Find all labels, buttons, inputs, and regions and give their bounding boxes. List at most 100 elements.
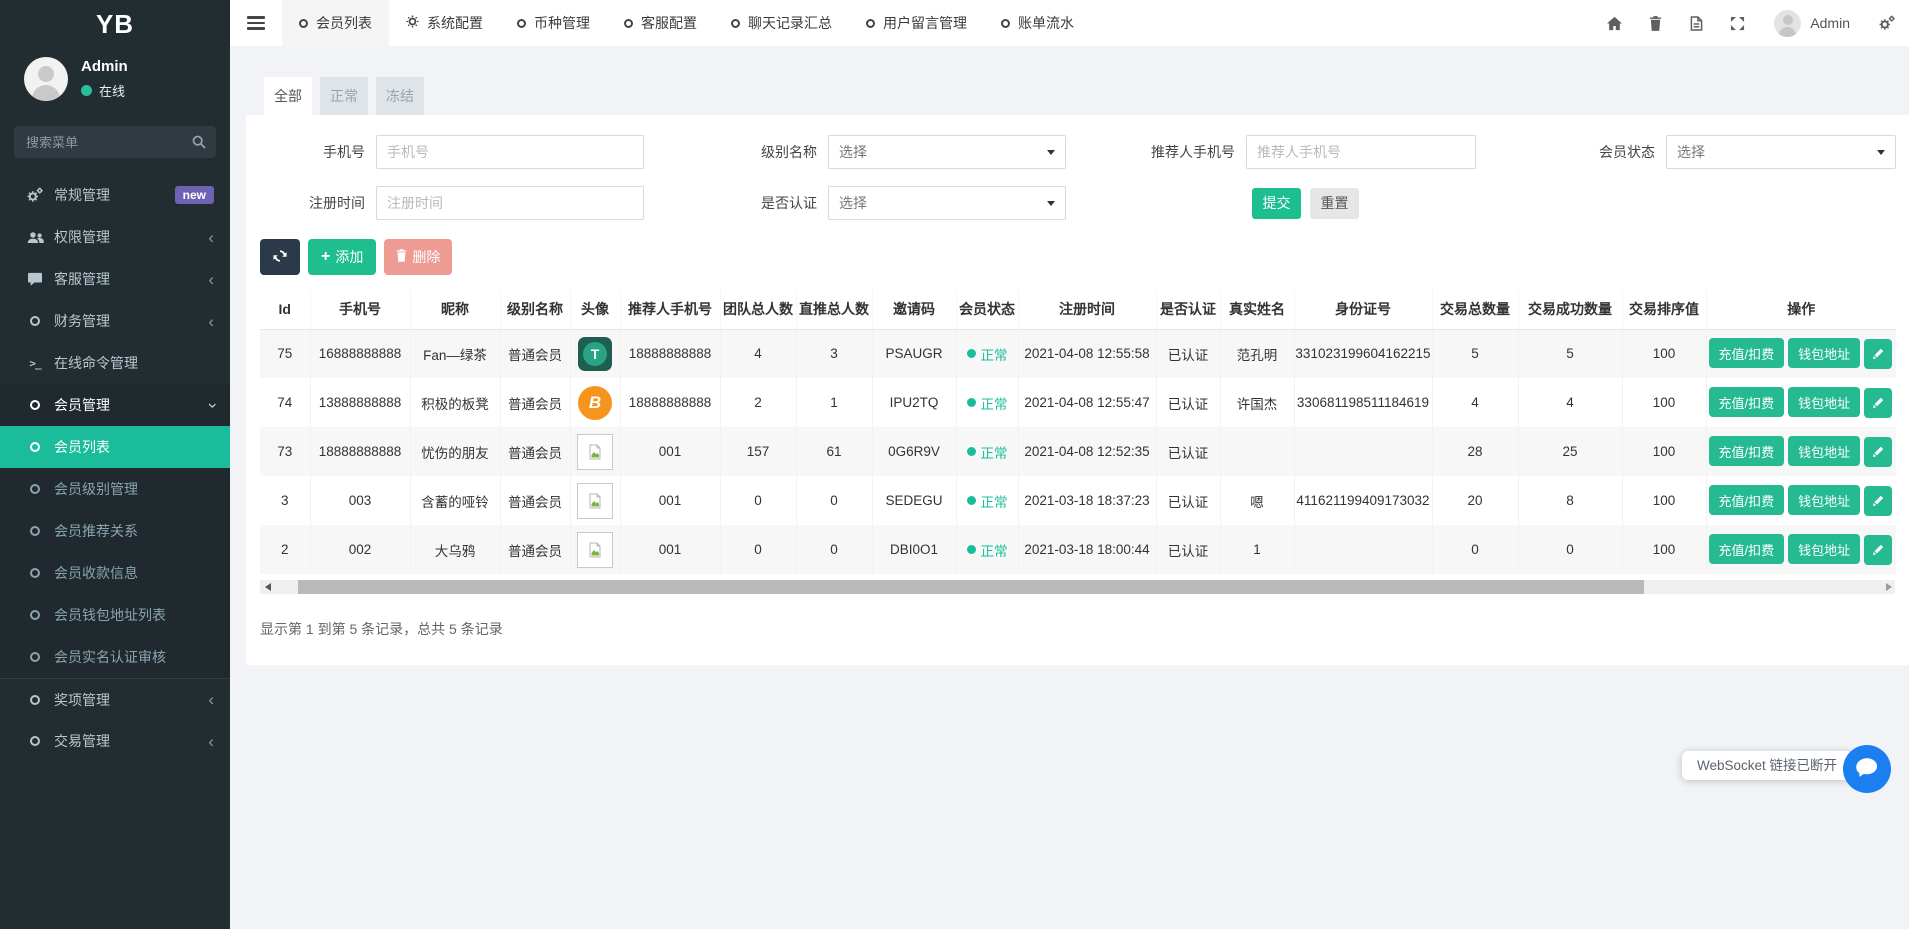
- edit-button[interactable]: [1864, 486, 1892, 516]
- recharge-button[interactable]: 充值/扣费: [1709, 436, 1785, 466]
- hamburger-icon[interactable]: [247, 16, 265, 29]
- tab-normal[interactable]: 正常: [320, 77, 368, 115]
- edit-button[interactable]: [1864, 437, 1892, 467]
- circle-icon: [731, 19, 740, 28]
- tab-chat-logs[interactable]: 聊天记录汇总: [714, 0, 849, 46]
- col-id-card: 身份证号: [1294, 289, 1432, 329]
- col-trade-success: 交易成功数量: [1518, 289, 1622, 329]
- circle-icon: [25, 442, 45, 452]
- tether-avatar: [578, 337, 612, 371]
- chat-button[interactable]: [1843, 745, 1891, 793]
- sidebar-item-label: 会员列表: [54, 437, 110, 457]
- sidebar-item-label: 奖项管理: [54, 690, 110, 710]
- wallet-address-button[interactable]: 钱包地址: [1788, 534, 1860, 564]
- tab-billing-flow[interactable]: 账单流水: [984, 0, 1091, 46]
- username[interactable]: Admin: [1810, 15, 1850, 31]
- sidebar-item-member-referral[interactable]: 会员推荐关系: [0, 510, 230, 552]
- tab-all[interactable]: 全部: [264, 77, 312, 115]
- edit-button[interactable]: [1864, 535, 1892, 565]
- reset-button[interactable]: 重置: [1310, 188, 1359, 219]
- sidebar-item-member-level[interactable]: 会员级别管理: [0, 468, 230, 510]
- wallet-address-button[interactable]: 钱包地址: [1788, 338, 1860, 368]
- tab-user-messages[interactable]: 用户留言管理: [849, 0, 984, 46]
- scroll-left-icon[interactable]: [265, 583, 271, 591]
- phone-input[interactable]: [376, 135, 644, 169]
- sidebar-item-online-command[interactable]: 在线命令管理: [0, 342, 230, 384]
- top-navbar: 会员列表 系统配置 币种管理 客服配置 聊天记录汇总 用户留言管理 账单流水 A…: [230, 0, 1909, 46]
- delete-button[interactable]: 删除: [384, 239, 452, 275]
- scrollbar-thumb[interactable]: [298, 580, 1644, 594]
- verified-badge: 已认证: [1156, 427, 1220, 476]
- sidebar-item-finance[interactable]: 财务管理: [0, 300, 230, 342]
- ref-phone-label: 推荐人手机号: [1066, 142, 1246, 162]
- edit-button[interactable]: [1864, 339, 1892, 369]
- tab-coin-management[interactable]: 币种管理: [500, 0, 607, 46]
- sidebar-item-customer-service[interactable]: 客服管理: [0, 258, 230, 300]
- filter-form: 手机号 级别名称 选择 推荐人手机号 会员状态 选择 注册时间: [260, 135, 1895, 220]
- reg-time-input[interactable]: [376, 186, 644, 220]
- circle-icon: [25, 652, 45, 662]
- circle-icon: [624, 19, 633, 28]
- sidebar-item-member-kyc-review[interactable]: 会员实名认证审核: [0, 636, 230, 678]
- avatar: [24, 57, 68, 101]
- circle-icon: [1001, 19, 1010, 28]
- clear-cache-icon[interactable]: [1676, 0, 1717, 46]
- trash-icon[interactable]: [1635, 0, 1676, 46]
- sidebar-item-label: 交易管理: [54, 731, 110, 751]
- col-trade-total: 交易总数量: [1432, 289, 1518, 329]
- wallet-address-button[interactable]: 钱包地址: [1788, 387, 1860, 417]
- edit-button[interactable]: [1864, 388, 1892, 418]
- sidebar-item-member-list[interactable]: 会员列表: [0, 426, 230, 468]
- trash-icon: [396, 249, 407, 265]
- level-select[interactable]: 选择: [828, 135, 1066, 169]
- ref-phone-input[interactable]: [1246, 135, 1476, 169]
- verified-select[interactable]: 选择: [828, 186, 1066, 220]
- wallet-address-button[interactable]: 钱包地址: [1788, 485, 1860, 515]
- avatar[interactable]: [1774, 10, 1801, 37]
- status-badge: 正常: [981, 491, 1008, 511]
- user-name: Admin: [81, 58, 128, 75]
- sidebar-item-member-management[interactable]: 会员管理: [0, 384, 230, 426]
- sidebar-item-member-payment-info[interactable]: 会员收款信息: [0, 552, 230, 594]
- sidebar-item-member-wallet-list[interactable]: 会员钱包地址列表: [0, 594, 230, 636]
- tab-system-config[interactable]: 系统配置: [389, 0, 500, 46]
- refresh-button[interactable]: [260, 239, 300, 275]
- new-badge: new: [175, 186, 214, 204]
- tab-frozen[interactable]: 冻结: [376, 77, 424, 115]
- member-status-select[interactable]: 选择: [1666, 135, 1896, 169]
- status-badge: 正常: [981, 540, 1008, 560]
- chevron-down-icon: [1047, 150, 1055, 155]
- gears-icon[interactable]: [1866, 0, 1907, 46]
- search-input[interactable]: [14, 126, 216, 158]
- sidebar-item-general[interactable]: 常规管理 new: [0, 174, 230, 216]
- scroll-right-icon[interactable]: [1886, 583, 1892, 591]
- add-button[interactable]: 添加: [308, 239, 376, 275]
- recharge-button[interactable]: 充值/扣费: [1709, 387, 1785, 417]
- user-status: 在线: [99, 81, 125, 100]
- sidebar-item-label: 客服管理: [54, 269, 110, 289]
- status-dot: [967, 398, 976, 407]
- tab-support-config[interactable]: 客服配置: [607, 0, 714, 46]
- recharge-button[interactable]: 充值/扣费: [1709, 485, 1785, 515]
- sidebar-item-awards[interactable]: 奖项管理: [0, 678, 230, 720]
- wallet-address-button[interactable]: 钱包地址: [1788, 436, 1860, 466]
- circle-icon: [25, 484, 45, 494]
- status-dot: [967, 447, 976, 456]
- broken-image-icon: [577, 483, 613, 519]
- col-reg-time: 注册时间: [1018, 289, 1156, 329]
- reg-time-label: 注册时间: [260, 193, 376, 213]
- tab-member-list[interactable]: 会员列表: [282, 0, 389, 46]
- recharge-button[interactable]: 充值/扣费: [1709, 338, 1785, 368]
- sidebar-item-label: 权限管理: [54, 227, 110, 247]
- recharge-button[interactable]: 充值/扣费: [1709, 534, 1785, 564]
- table-row: 2 002 大乌鸦 普通会员 001 0 0 DBI0O1 正常 2021-03…: [260, 525, 1896, 574]
- col-avatar: 头像: [570, 289, 620, 329]
- horizontal-scrollbar[interactable]: [260, 580, 1895, 594]
- app-logo: YB: [0, 0, 230, 48]
- sidebar-item-permissions[interactable]: 权限管理: [0, 216, 230, 258]
- sidebar-item-label: 常规管理: [54, 185, 110, 205]
- home-icon[interactable]: [1594, 0, 1635, 46]
- submit-button[interactable]: 提交: [1252, 188, 1301, 219]
- fullscreen-icon[interactable]: [1717, 0, 1758, 46]
- sidebar-item-trade-management[interactable]: 交易管理: [0, 720, 230, 762]
